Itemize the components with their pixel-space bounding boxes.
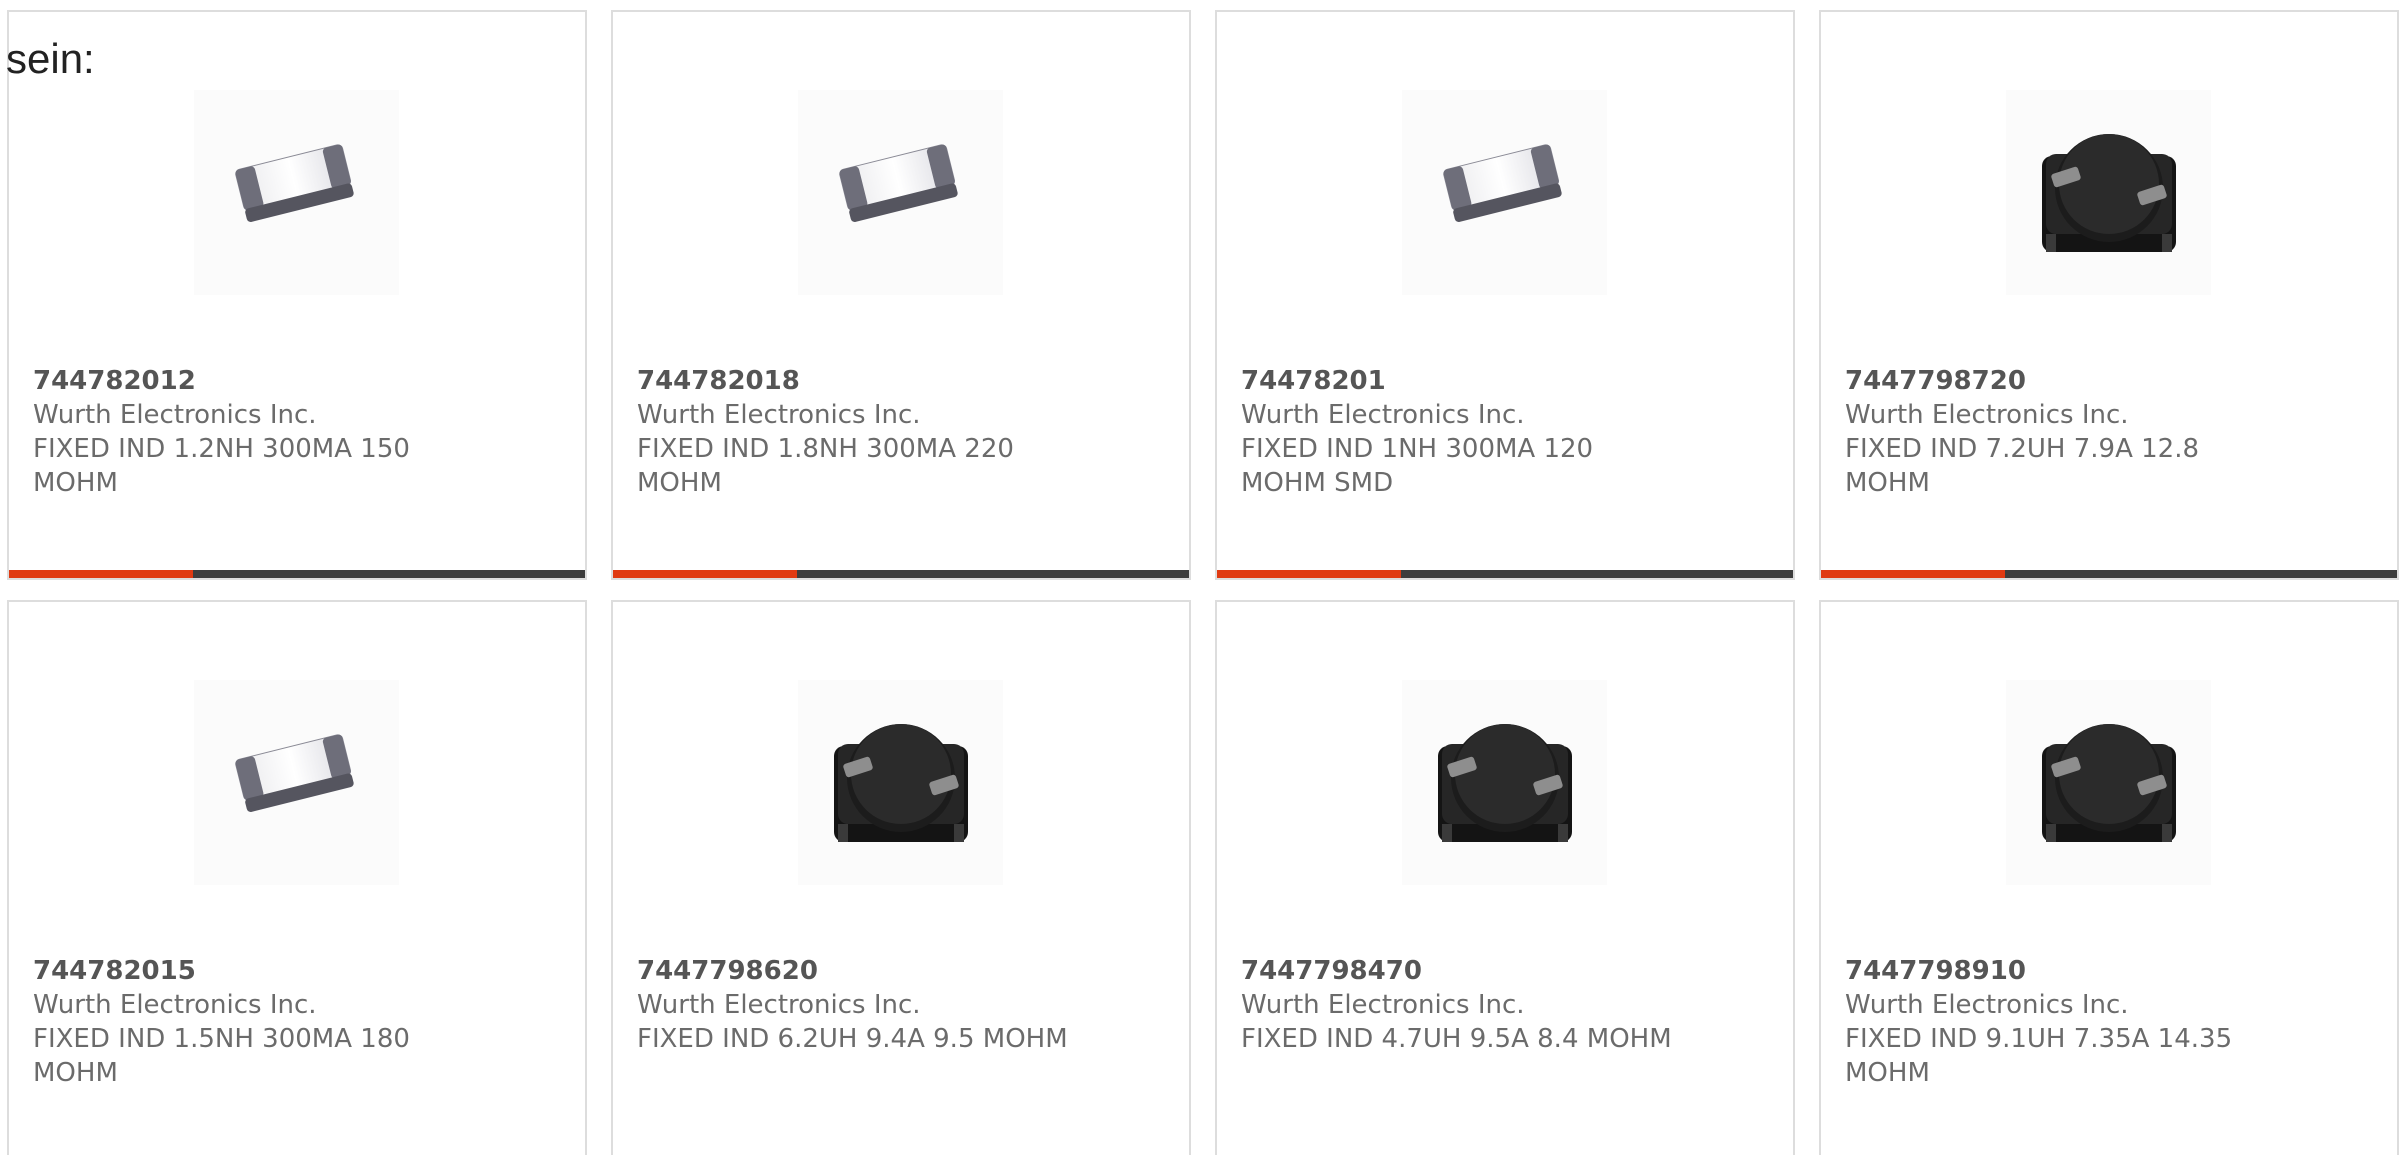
progress-bar	[9, 570, 585, 578]
part-number[interactable]: 7447798910	[1845, 954, 2285, 988]
product-card[interactable]: 7447798620 Wurth Electronics Inc. FIXED IN…	[611, 600, 1191, 1155]
progress-bar-fill	[1821, 570, 2006, 578]
product-description: FIXED IND 1NH 300MA 120 MOHM SMD	[1241, 434, 1594, 498]
progress-bar	[1821, 570, 2397, 578]
progress-bar-fill	[9, 570, 194, 578]
product-card[interactable]: 7447798910 Wurth Electronics Inc. FIXED IN…	[1819, 600, 2399, 1155]
product-image[interactable]	[1402, 680, 1607, 885]
manufacturer: Wurth Electronics Inc.	[637, 990, 921, 1020]
part-number[interactable]: 7447798720	[1845, 364, 2285, 398]
manufacturer: Wurth Electronics Inc.	[33, 400, 317, 430]
product-image[interactable]	[2006, 680, 2211, 885]
product-info: 744782012 Wurth Electronics Inc. FIXED IND…	[33, 364, 473, 500]
manufacturer: Wurth Electronics Inc.	[1241, 990, 1525, 1020]
product-description: FIXED IND 9.1UH 7.35A 14.35 MOHM	[1845, 1024, 2233, 1088]
product-description: FIXED IND 1.8NH 300MA 220 MOHM	[637, 434, 1014, 498]
product-image[interactable]	[798, 90, 1003, 295]
product-grid-page: sein: 744782012 Wurth Electronics Inc. FIX…	[0, 0, 2400, 1155]
intro-text: sein:	[6, 35, 95, 82]
product-info: 7447798720 Wurth Electronics Inc. FIXED IN…	[1845, 364, 2285, 500]
power-inductor-icon	[833, 723, 968, 842]
part-number[interactable]: 7447798620	[637, 954, 1077, 988]
product-image[interactable]	[1402, 90, 1607, 295]
product-info: 7447798620 Wurth Electronics Inc. FIXED IN…	[637, 954, 1077, 1056]
manufacturer: Wurth Electronics Inc.	[1845, 990, 2129, 1020]
product-info: 7447798470 Wurth Electronics Inc. FIXED IN…	[1241, 954, 1681, 1056]
chip-inductor-icon	[1442, 143, 1562, 222]
product-card[interactable]: 7447798720 Wurth Electronics Inc. FIXED IN…	[1819, 10, 2399, 580]
progress-bar-fill	[613, 570, 798, 578]
part-number[interactable]: 7447798470	[1241, 954, 1681, 988]
product-image[interactable]	[194, 90, 399, 295]
product-card[interactable]: 7447798470 Wurth Electronics Inc. FIXED IN…	[1215, 600, 1795, 1155]
manufacturer: Wurth Electronics Inc.	[1241, 400, 1525, 430]
manufacturer: Wurth Electronics Inc.	[33, 990, 317, 1020]
chip-inductor-icon	[234, 143, 354, 222]
product-description: FIXED IND 6.2UH 9.4A 9.5 MOHM	[637, 1024, 1068, 1054]
part-number[interactable]: 74478201	[1241, 364, 1681, 398]
power-inductor-icon	[1437, 723, 1572, 842]
chip-inductor-icon	[838, 143, 958, 222]
progress-bar	[613, 570, 1189, 578]
product-description: FIXED IND 7.2UH 7.9A 12.8 MOHM	[1845, 434, 2200, 498]
product-info: 744782018 Wurth Electronics Inc. FIXED IND…	[637, 364, 1077, 500]
manufacturer: Wurth Electronics Inc.	[637, 400, 921, 430]
product-image[interactable]	[798, 680, 1003, 885]
power-inductor-icon	[2041, 133, 2176, 252]
progress-bar-fill	[1217, 570, 1402, 578]
chip-inductor-icon	[234, 733, 354, 812]
product-card[interactable]: 744782018 Wurth Electronics Inc. FIXED IND…	[611, 10, 1191, 580]
power-inductor-icon	[2041, 723, 2176, 842]
product-info: 744782015 Wurth Electronics Inc. FIXED IND…	[33, 954, 473, 1090]
product-image[interactable]	[194, 680, 399, 885]
part-number[interactable]: 744782018	[637, 364, 1077, 398]
product-card[interactable]: 744782015 Wurth Electronics Inc. FIXED IND…	[7, 600, 587, 1155]
manufacturer: Wurth Electronics Inc.	[1845, 400, 2129, 430]
product-card[interactable]: 74478201 Wurth Electronics Inc. FIXED IND …	[1215, 10, 1795, 580]
progress-bar	[1217, 570, 1793, 578]
product-info: 7447798910 Wurth Electronics Inc. FIXED IN…	[1845, 954, 2285, 1090]
product-card[interactable]: 744782012 Wurth Electronics Inc. FIXED IND…	[7, 10, 587, 580]
part-number[interactable]: 744782012	[33, 364, 473, 398]
product-description: FIXED IND 1.2NH 300MA 150 MOHM	[33, 434, 410, 498]
product-description: FIXED IND 4.7UH 9.5A 8.4 MOHM	[1241, 1024, 1672, 1054]
product-info: 74478201 Wurth Electronics Inc. FIXED IND …	[1241, 364, 1681, 500]
product-description: FIXED IND 1.5NH 300MA 180 MOHM	[33, 1024, 410, 1088]
product-image[interactable]	[2006, 90, 2211, 295]
part-number[interactable]: 744782015	[33, 954, 473, 988]
